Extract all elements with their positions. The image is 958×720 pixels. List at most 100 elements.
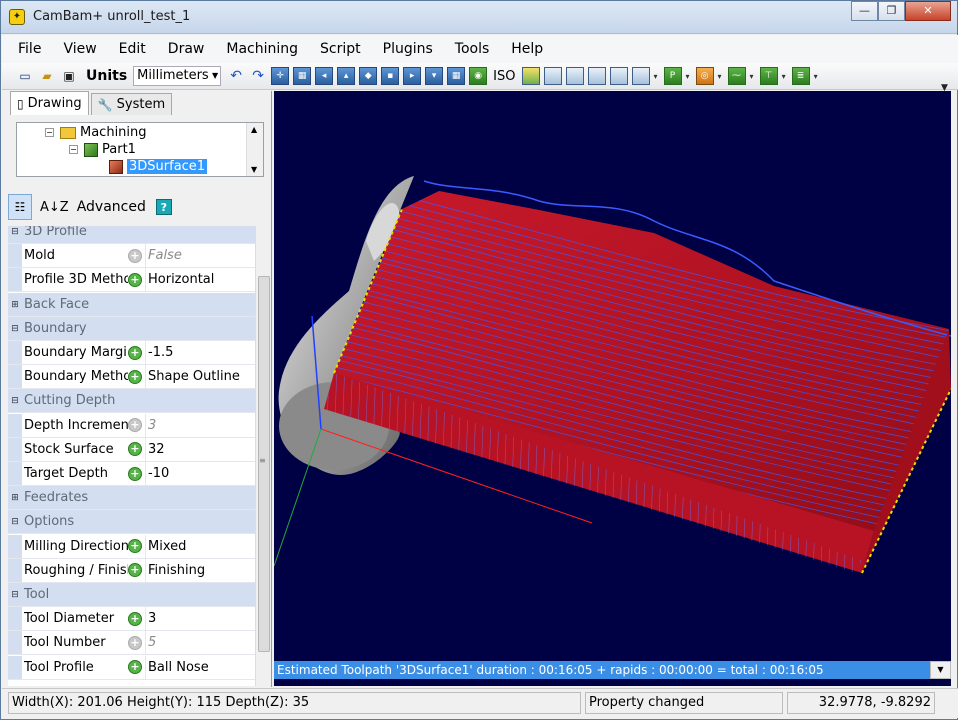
menu-view[interactable]: View bbox=[63, 41, 96, 57]
tool-icon[interactable]: ⊤ bbox=[759, 67, 778, 85]
tree-scrollbar[interactable]: ▲ ▼ bbox=[246, 123, 263, 176]
message-scroll-icon[interactable]: ▼ bbox=[930, 661, 951, 679]
property-row[interactable]: Target Depth + -10 bbox=[8, 462, 255, 486]
override-toggle-icon[interactable]: + bbox=[128, 563, 142, 578]
override-toggle-icon[interactable]: + bbox=[128, 611, 142, 626]
menu-machining[interactable]: Machining bbox=[226, 41, 298, 57]
menu-help[interactable]: Help bbox=[511, 41, 543, 57]
post-icon[interactable]: ◎ bbox=[695, 67, 714, 85]
cube-solid-icon[interactable] bbox=[609, 67, 628, 85]
override-toggle-icon[interactable]: + bbox=[128, 466, 142, 481]
view-back-icon[interactable]: ▪ bbox=[381, 67, 400, 85]
alphabetical-sort-button[interactable]: A↓Z bbox=[40, 200, 69, 215]
collapse-icon[interactable]: ⊟ bbox=[8, 583, 22, 606]
new-file-icon[interactable]: ▭ bbox=[16, 67, 34, 85]
property-row[interactable]: Tool Diameter +3 bbox=[8, 607, 255, 632]
property-row[interactable]: Roughing / Finishing+Finishing bbox=[8, 558, 255, 583]
override-toggle-icon[interactable]: + bbox=[128, 418, 142, 433]
view-left-icon[interactable]: ◂ bbox=[315, 67, 334, 85]
tab-system[interactable]: 🔧 System bbox=[90, 93, 173, 115]
toggle-3d-icon[interactable]: ◉ bbox=[469, 67, 488, 85]
undo-icon[interactable]: ↶ bbox=[227, 67, 245, 85]
property-value[interactable]: 5 bbox=[145, 631, 255, 655]
title-bar[interactable]: ✦ CamBam+ unroll_test_1 — ❐ ✕ bbox=[1, 1, 957, 34]
property-category[interactable]: ⊟ 3D Profile bbox=[8, 226, 255, 244]
property-category[interactable]: ⊟ Cutting Depth bbox=[8, 389, 255, 414]
override-toggle-icon[interactable]: + bbox=[128, 369, 142, 384]
menu-edit[interactable]: Edit bbox=[119, 41, 146, 57]
toolbar-overflow-icon[interactable]: ▾ bbox=[654, 72, 658, 81]
redo-icon[interactable]: ↷ bbox=[249, 67, 267, 85]
scroll-down-icon[interactable]: ▼ bbox=[251, 165, 257, 174]
collapse-icon[interactable]: ⊟ bbox=[8, 389, 22, 413]
toolbar-overflow-icon[interactable]: ▾ bbox=[814, 72, 818, 81]
collapse-icon[interactable]: ⊟ bbox=[8, 510, 22, 534]
cube-front-icon[interactable] bbox=[543, 67, 562, 85]
3d-scene[interactable] bbox=[274, 91, 951, 661]
property-value[interactable]: False bbox=[145, 244, 255, 268]
help-icon[interactable]: ? bbox=[155, 199, 172, 215]
property-value[interactable]: 3 bbox=[145, 413, 255, 437]
open-folder-icon[interactable]: ▰ bbox=[38, 67, 56, 85]
units-dropdown[interactable]: Millimeters ▼ bbox=[133, 66, 222, 86]
property-row[interactable]: Boundary Method + Shape Outline bbox=[8, 365, 255, 390]
property-value[interactable]: Mixed bbox=[145, 534, 255, 558]
toolbar-overflow-icon[interactable]: ▾ bbox=[750, 72, 754, 81]
collapse-icon[interactable]: − bbox=[69, 145, 78, 154]
override-toggle-icon[interactable]: + bbox=[128, 248, 142, 263]
property-row[interactable]: Boundary Margin + -1.5 bbox=[8, 341, 255, 365]
property-value[interactable]: Shape Outline bbox=[145, 365, 255, 389]
tree-node-part1[interactable]: − Part1 bbox=[69, 142, 136, 157]
menu-script[interactable]: Script bbox=[320, 41, 361, 57]
view-top-icon[interactable]: ▴ bbox=[337, 67, 356, 85]
tree-node-3dsurface1[interactable]: 3DSurface1 bbox=[109, 159, 208, 174]
scroll-up-icon[interactable]: ▲ bbox=[251, 125, 257, 134]
property-value[interactable]: 3 bbox=[145, 607, 255, 631]
property-category[interactable]: ⊞ Back Face bbox=[8, 292, 255, 317]
property-value[interactable]: Ball Nose bbox=[145, 655, 255, 679]
property-row[interactable]: Depth Increment +3 bbox=[8, 413, 255, 438]
override-toggle-icon[interactable]: + bbox=[128, 539, 142, 554]
cube-view-icon[interactable] bbox=[521, 67, 540, 85]
view-front-icon[interactable]: ◆ bbox=[359, 67, 378, 85]
expand-icon[interactable]: ⊞ bbox=[8, 486, 22, 510]
3d-viewport[interactable] bbox=[274, 91, 951, 686]
expand-icon[interactable]: ⊞ bbox=[8, 292, 22, 316]
menu-plugins[interactable]: Plugins bbox=[383, 41, 433, 57]
view-grid-icon[interactable]: ▦ bbox=[447, 67, 466, 85]
cube-wire-icon[interactable] bbox=[631, 67, 650, 85]
override-toggle-icon[interactable]: + bbox=[128, 442, 142, 457]
viewport-menu-icon[interactable]: ▼ bbox=[941, 83, 948, 93]
property-grid-scrollbar[interactable]: ≡ bbox=[255, 226, 271, 686]
property-value[interactable]: -1.5 bbox=[145, 341, 255, 364]
minimize-button[interactable]: — bbox=[851, 1, 878, 21]
zoom-fit-icon[interactable]: ✛ bbox=[271, 67, 290, 85]
cube-side-icon[interactable] bbox=[565, 67, 584, 85]
property-category[interactable]: ⊟ Boundary bbox=[8, 316, 255, 341]
view-right-icon[interactable]: ▸ bbox=[403, 67, 422, 85]
property-row[interactable]: Stock Surface +32 bbox=[8, 437, 255, 462]
maximize-button[interactable]: ❐ bbox=[878, 1, 905, 21]
collapse-icon[interactable]: ⊟ bbox=[8, 316, 22, 340]
close-button[interactable]: ✕ bbox=[905, 1, 951, 21]
categorized-view-button[interactable]: ☷ bbox=[8, 194, 32, 220]
property-row[interactable]: Mold + False bbox=[8, 244, 255, 269]
collapse-icon[interactable]: − bbox=[45, 128, 54, 137]
cube-top-icon[interactable] bbox=[587, 67, 606, 85]
gcode-icon[interactable]: ⁓ bbox=[727, 67, 746, 85]
override-toggle-icon[interactable]: + bbox=[128, 660, 142, 675]
property-row[interactable]: Profile 3D Method+Horizontal bbox=[8, 268, 255, 293]
toolbar-overflow-icon[interactable]: ▾ bbox=[782, 72, 786, 81]
advanced-button[interactable]: Advanced bbox=[77, 199, 146, 215]
property-value[interactable]: 32 bbox=[145, 437, 255, 461]
toolbar-overflow-icon[interactable]: ▾ bbox=[718, 72, 722, 81]
grid-icon[interactable]: ▦ bbox=[293, 67, 312, 85]
drawing-tree[interactable]: − Machining − Part1 3DSurface1 ▲ ▼ bbox=[16, 122, 264, 177]
iso-view-button[interactable]: ISO bbox=[493, 69, 515, 84]
tree-node-machining[interactable]: − Machining bbox=[45, 125, 147, 140]
collapse-icon[interactable]: ⊟ bbox=[8, 226, 22, 243]
property-category[interactable]: ⊟ Tool bbox=[8, 583, 255, 607]
property-row[interactable]: Milling Direction + Mixed bbox=[8, 534, 255, 559]
override-toggle-icon[interactable]: + bbox=[128, 635, 142, 650]
override-toggle-icon[interactable]: + bbox=[128, 345, 142, 360]
